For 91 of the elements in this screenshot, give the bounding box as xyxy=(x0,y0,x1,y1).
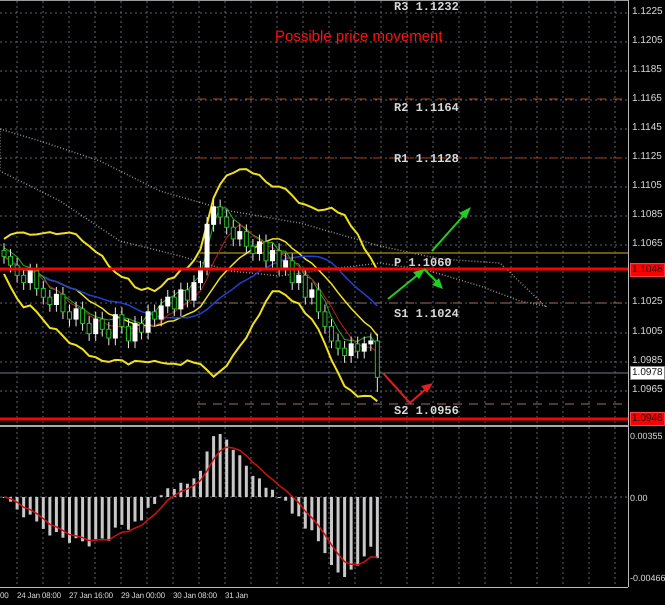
histogram-bar xyxy=(74,497,78,538)
histogram-bar xyxy=(271,490,274,497)
time-tick-label: 00 xyxy=(0,592,8,600)
candlestick xyxy=(198,260,203,290)
histogram-bar xyxy=(206,451,209,497)
histogram-bar xyxy=(290,497,294,514)
price-tick-label: 1.1165 xyxy=(632,94,662,104)
histogram-bar xyxy=(68,497,71,543)
histogram-bar xyxy=(16,497,19,510)
histogram-bar xyxy=(146,497,150,508)
histogram-bar xyxy=(376,497,379,558)
histogram-bar xyxy=(264,488,268,497)
indicator-tick-label: -0.00466 xyxy=(630,574,665,583)
histogram-bar xyxy=(48,497,52,536)
histogram-bar xyxy=(225,440,228,497)
histogram-bar xyxy=(186,484,189,497)
candlestick xyxy=(67,304,72,327)
price-tag: 1.0978 xyxy=(630,366,665,380)
arrow xyxy=(382,372,433,404)
price-tick-label: 1.1125 xyxy=(632,152,662,162)
pivot-label: R1 1.1128 xyxy=(394,153,459,165)
price-tick-label: 1.1205 xyxy=(632,36,663,46)
histogram-bar xyxy=(284,497,288,501)
histogram-bar xyxy=(218,434,222,497)
histogram-bar xyxy=(323,497,326,554)
histogram-bar xyxy=(179,482,182,497)
price-tick-label: 1.1085 xyxy=(632,210,663,220)
price-tick-label: 1.1105 xyxy=(632,181,662,191)
pivot-label: S1 1.1024 xyxy=(394,308,459,320)
histogram-bar xyxy=(316,497,320,542)
pivot-label: S2 1.0956 xyxy=(394,405,459,417)
pivot-label: R2 1.1164 xyxy=(394,102,459,114)
histogram-bar xyxy=(94,497,98,540)
histogram-bar xyxy=(42,497,45,529)
histogram-bar xyxy=(251,476,254,497)
histogram-bar xyxy=(212,436,216,497)
histogram-bar xyxy=(134,497,136,522)
histogram-bar xyxy=(297,497,300,516)
histogram-bar xyxy=(140,497,144,520)
time-tick-label: 31 Jan xyxy=(225,592,248,600)
histogram-bar xyxy=(61,497,64,538)
histogram-bar xyxy=(304,497,307,529)
candlestick xyxy=(264,234,268,269)
price-tick-label: 1.1005 xyxy=(632,327,663,337)
candlestick xyxy=(329,318,334,349)
price-tick-label: 1.1185 xyxy=(632,65,662,75)
price-tick-label: 1.1145 xyxy=(632,123,662,133)
price-tag: 1.1048 xyxy=(630,263,665,277)
indicator-tick-label: 0.00 xyxy=(630,494,648,503)
histogram-bar xyxy=(126,497,130,530)
indicator-tick-label: 0.00355 xyxy=(630,432,663,441)
histogram-bar xyxy=(153,497,156,504)
histogram-bar xyxy=(22,497,26,518)
arrow xyxy=(431,207,471,252)
histogram-bar xyxy=(166,488,170,497)
histogram-bar xyxy=(199,470,202,497)
price-tick-label: 1.0965 xyxy=(632,385,663,395)
histogram-bar xyxy=(54,497,58,532)
histogram-bar xyxy=(81,497,84,542)
time-tick-label: 27 Jan 16:00 xyxy=(69,592,113,600)
chart-title: Possible price movement xyxy=(275,27,443,47)
histogram-bar xyxy=(258,478,261,497)
histogram-bar xyxy=(35,497,38,522)
pivot-label: P 1.1060 xyxy=(394,257,452,269)
histogram-bar xyxy=(28,497,32,515)
histogram-bar xyxy=(244,466,248,497)
histogram-bar xyxy=(9,497,12,502)
time-tick-label: 30 Jan 08:00 xyxy=(173,592,217,600)
histogram-bar xyxy=(310,497,314,530)
histogram-bar xyxy=(362,497,366,556)
pivot-label: R3 1.1232 xyxy=(394,1,459,13)
histogram-bar xyxy=(369,497,372,547)
histogram-bar xyxy=(120,497,124,525)
histogram-bar xyxy=(114,497,117,528)
histogram-bar xyxy=(238,455,242,497)
histogram-bar xyxy=(100,497,104,539)
time-tick-label: 24 Jan 08:00 xyxy=(17,592,61,600)
price-tick-label: 1.1065 xyxy=(632,239,663,249)
time-tick-label: 29 Jan 00:00 xyxy=(121,592,165,600)
price-tick-label: 1.0985 xyxy=(632,356,663,366)
histogram-bar xyxy=(88,497,91,546)
price-tick-label: 1.1025 xyxy=(632,297,663,307)
histogram-bar xyxy=(330,497,333,566)
histogram-bar xyxy=(192,478,196,497)
candlestick xyxy=(132,316,138,349)
histogram-bar xyxy=(356,497,360,566)
price-tag: 1.0946 xyxy=(630,412,665,426)
histogram-bar xyxy=(172,489,176,497)
histogram-bar xyxy=(232,450,235,497)
histogram-bar xyxy=(107,497,110,541)
price-tick-label: 1.1225 xyxy=(632,7,663,17)
